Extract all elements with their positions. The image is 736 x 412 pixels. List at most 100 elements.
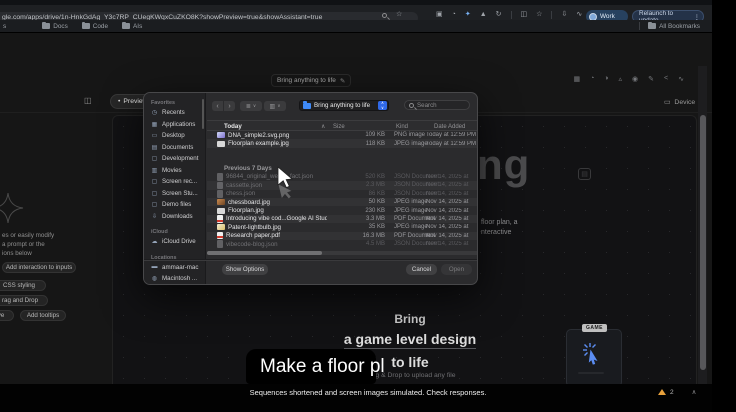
- sidebar-item-icloud-drive[interactable]: ☁iCloud Drive: [144, 236, 205, 248]
- file-row[interactable]: Floorplan example.jpg118 KBJPEG imageTod…: [207, 139, 478, 147]
- show-options-button[interactable]: Show Options: [222, 264, 268, 275]
- suggestion-chip[interactable]: CSS styling: [0, 280, 46, 291]
- game-card-caption: [578, 372, 604, 374]
- divider: [639, 22, 640, 30]
- edit-icon[interactable]: ✎: [648, 75, 654, 83]
- folder-dropdown-label: Bring anything to life: [314, 102, 375, 109]
- column-kind[interactable]: Kind: [396, 124, 408, 130]
- file-icon: [217, 132, 225, 138]
- sidebar-item-screen-stu-[interactable]: ▢Screen Stu...: [144, 188, 205, 200]
- folder-icon: [42, 23, 50, 29]
- sidebar-item-movies[interactable]: ▥Movies: [144, 165, 205, 177]
- file-row[interactable]: chessboard.jpg50 KBJPEG imageNov 14, 202…: [207, 198, 478, 206]
- back-button[interactable]: ‹: [212, 101, 223, 111]
- sidebar-item-screen-rec-[interactable]: ▢Screen rec...: [144, 176, 205, 188]
- device-icon: ▭: [664, 98, 670, 106]
- file-row[interactable]: 96844_original_webp...fact.json520 KBJSO…: [207, 173, 478, 181]
- sidebar-item-label: Macintosh ...: [162, 275, 197, 282]
- file-row[interactable]: chess.json86 KBJSON DocumentNov 14, 2025…: [207, 190, 478, 198]
- cancel-button[interactable]: Cancel: [406, 264, 437, 275]
- list-view-button[interactable]: ≣ ∨: [240, 101, 262, 111]
- film-icon: ▥: [151, 167, 158, 174]
- sidebar-item-demo-files[interactable]: ▢Demo files: [144, 199, 205, 211]
- bookmark-fragment[interactable]: s: [3, 23, 6, 30]
- file-row[interactable]: Floorplan.jpg230 KBJPEG imageNov 14, 202…: [207, 206, 478, 214]
- dl-icon: ⇩: [151, 213, 158, 220]
- search-icon[interactable]: [382, 13, 387, 18]
- file-icon: [217, 232, 223, 240]
- file-row[interactable]: DNA_simple2.svg.png109 KBPNG imageToday …: [207, 131, 478, 139]
- grid-icon[interactable]: ▦: [573, 75, 580, 83]
- bookmark-folder[interactable]: Code: [82, 23, 108, 30]
- game-card-label: GAME: [582, 324, 607, 332]
- suggestion-chip[interactable]: Add interaction to inputs: [2, 262, 76, 273]
- bookmark-folder[interactable]: Docs: [42, 23, 68, 30]
- file-date-added: Nov 14, 2025 at: [423, 224, 478, 230]
- github-icon[interactable]: ◉: [632, 75, 638, 83]
- hero-line-1: Bring: [330, 312, 490, 326]
- file-row[interactable]: Patent-lightbulb.jpg35 KBJPEG imageNov 1…: [207, 223, 478, 231]
- disk-icon: ◍: [151, 275, 158, 282]
- dialog-search-field[interactable]: Search: [404, 100, 470, 110]
- file-row[interactable]: Introducing vibe cod...Google AI Studio.…: [207, 215, 478, 223]
- file-icon: [217, 215, 223, 223]
- open-button[interactable]: Open: [441, 264, 472, 275]
- column-size[interactable]: Size: [333, 124, 345, 130]
- edit-title-icon[interactable]: ✎: [340, 77, 345, 85]
- file-date-added: Nov 14, 2025 at: [423, 199, 478, 205]
- divider: [551, 11, 552, 19]
- file-icon: [217, 240, 223, 248]
- suggestion-chip[interactable]: Add tooltips: [20, 310, 66, 321]
- horizontal-scrollbar-track[interactable]: [207, 251, 478, 255]
- warning-status[interactable]: 2 ∧: [658, 388, 696, 396]
- sidebar-scrollbar-thumb[interactable]: [202, 99, 204, 129]
- sidebar-section-label: iCloud: [151, 229, 205, 235]
- theme-icon[interactable]: ◑: [604, 75, 608, 83]
- sidebar-item-macintosh-[interactable]: ◍ Macintosh ...: [144, 273, 205, 285]
- suggestion-chip[interactable]: ve: [0, 310, 14, 321]
- share-icon[interactable]: <: [664, 75, 668, 83]
- sidebar-item-documents[interactable]: ▤Documents: [144, 142, 205, 154]
- file-row[interactable]: vibecode-blog.json4.5 MBJSON DocumentNov…: [207, 240, 478, 248]
- typing-caption-text: Make a floor pl: [260, 356, 385, 378]
- sidebar-toggle-icon[interactable]: ◫: [84, 96, 92, 105]
- page-scrollbar-thumb[interactable]: [700, 115, 706, 370]
- sidebar-item-downloads[interactable]: ⇩Downloads: [144, 211, 205, 223]
- bookmark-folder[interactable]: AIs: [122, 23, 142, 30]
- folder-icon: [122, 23, 130, 29]
- sidebar-item-ammaar-mac[interactable]: ▬ammaar-mac: [144, 262, 205, 274]
- file-row[interactable]: Research paper.pdf16.3 MBPDF DocumentNov…: [207, 232, 478, 240]
- sidebar-item-recents[interactable]: ◷Recents: [144, 107, 205, 119]
- list-header-row[interactable]: Today ∧ Size Kind Date Added: [207, 120, 478, 131]
- sidebar-item-desktop[interactable]: ▭Desktop: [144, 130, 205, 142]
- column-name[interactable]: Today: [224, 123, 242, 130]
- sidebar-item-applications[interactable]: ▦Applications: [144, 119, 205, 131]
- monitor-icon: ▭: [151, 132, 158, 139]
- file-size: 50 KB: [327, 199, 385, 205]
- sidebar-item-development[interactable]: ▢Development: [144, 153, 205, 165]
- file-row[interactable]: cassette.json2.3 MBJSON DocumentNov 14, …: [207, 181, 478, 189]
- assistant-intro-text: ions below: [2, 250, 32, 257]
- divider: [144, 259, 478, 260]
- deploy-icon[interactable]: ▵: [619, 75, 623, 83]
- assistant-intro-text: a prompt or the: [2, 241, 45, 248]
- horizontal-scrollbar-thumb[interactable]: [207, 251, 322, 255]
- file-icon: [217, 208, 225, 214]
- all-bookmarks-button[interactable]: All Bookmarks: [648, 23, 700, 30]
- column-date-added[interactable]: Date Added: [434, 124, 465, 130]
- file-icon: [217, 190, 223, 198]
- bookmark-label: Docs: [53, 23, 68, 30]
- forward-button[interactable]: ›: [224, 101, 235, 111]
- device-selector[interactable]: ▭ Device: [664, 98, 695, 106]
- link-icon[interactable]: ∿: [678, 75, 684, 83]
- sidebar-section-label: Favorites: [151, 100, 205, 106]
- folder-dropdown[interactable]: Bring anything to life ∧∨: [299, 100, 389, 111]
- list-view-icon: ≣: [246, 103, 251, 110]
- project-title[interactable]: Bring anything to life ✎: [271, 74, 351, 87]
- collapse-chevron-icon[interactable]: ∧: [692, 388, 697, 396]
- columns-view-button[interactable]: ▥ ∨: [264, 101, 286, 111]
- hero-line-2[interactable]: a game level design: [344, 331, 476, 349]
- suggestion-chip[interactable]: rag and Drop: [0, 295, 48, 306]
- history-icon[interactable]: ◔: [590, 75, 594, 83]
- folder-icon: ▢: [151, 201, 158, 208]
